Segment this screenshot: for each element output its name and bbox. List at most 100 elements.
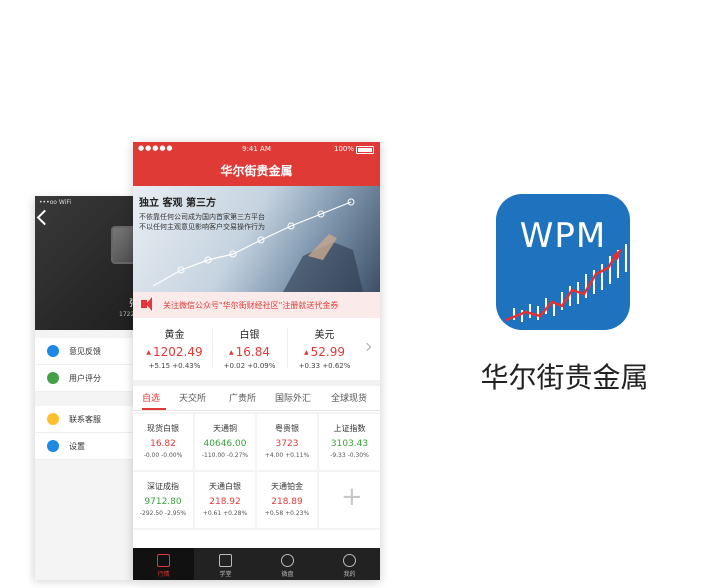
quote-silver[interactable]: 白银 16.84 +0.02 +0.09% [212, 326, 287, 370]
cell-change: -0.00 -0.00% [143, 452, 183, 459]
quote-change: +0.02 +0.09% [223, 362, 276, 370]
cell-change: +0.61 +0.28% [202, 510, 248, 517]
cell-name: 上证指数 [333, 424, 366, 433]
battery-percent: 100% [333, 145, 354, 153]
menu-group-1: 意见反馈 用户评分 [35, 338, 135, 392]
cell-price: 9712.80 [144, 497, 182, 507]
chat-icon [47, 345, 59, 357]
quote-usd[interactable]: 美元 52.99 +0.33 +0.62% [287, 326, 362, 370]
app-icon-text: WPM [519, 216, 607, 256]
grid-cell[interactable]: 天通铂金 218.89 +0.58 +0.23% [257, 472, 317, 528]
cell-name: 天通铂金 [271, 482, 303, 491]
grid-cell[interactable]: 天通白银 218.92 +0.61 +0.28% [195, 472, 255, 528]
grid-cell[interactable]: 粤贵银 3723 +4.00 +0.11% [257, 414, 317, 470]
banner-line-1: 不依靠任何公司成为国内首家第三方平台 [139, 213, 265, 221]
cell-price: 16.82 [150, 439, 176, 449]
tab-bar-quotes[interactable]: 行情 [133, 548, 194, 580]
grid-cell[interactable]: 深证成指 9712.80 -292.50 -2.95% [133, 472, 193, 528]
bottom-tab-bar: 行情 学堂 微盘 我的 [133, 548, 380, 580]
menu-item-label: 用户评分 [69, 373, 101, 383]
tab-bar-label: 行情 [157, 571, 170, 578]
tab-bar-label: 我的 [343, 571, 356, 578]
tab-global-spot[interactable]: 全球现货 [331, 391, 367, 404]
cell-name: 深证成指 [147, 482, 179, 491]
avatar[interactable] [111, 226, 135, 264]
profile-header: •••oo WiFi 张 1722 [35, 196, 135, 330]
cell-change: -9.33 -0.30% [330, 452, 369, 459]
cell-name: 粤贵银 [275, 424, 299, 433]
menu-item-label: 设置 [69, 441, 85, 451]
cell-price: 3103.43 [330, 439, 369, 449]
front-phone-screen: ●●●●● 9:41 AM 100% 华尔街贵金属 独立 客观 第三方 不依靠任… [133, 142, 380, 580]
quote-change: +0.33 +0.62% [298, 362, 351, 370]
quote-price: 1202.49 [137, 345, 212, 359]
tab-bar-label: 微盘 [281, 571, 294, 578]
user-icon [343, 554, 356, 567]
active-tab-indicator [142, 408, 166, 410]
cell-name: 现货白银 [147, 424, 179, 433]
back-status-bar: •••oo WiFi [39, 199, 72, 206]
stock-chart-icon [505, 244, 627, 322]
book-icon [219, 554, 232, 567]
tab-bar-school[interactable]: 学堂 [195, 548, 256, 580]
service-icon [47, 413, 59, 425]
menu-item-label: 意见反馈 [69, 346, 101, 356]
promo-banner[interactable]: 独立 客观 第三方 不依靠任何公司成为国内首家第三方平台 不以任何主观意见影响客… [133, 186, 380, 292]
quote-change: +5.15 +0.43% [148, 362, 201, 370]
tab-bar-me[interactable]: 我的 [319, 548, 380, 580]
add-watchlist-button[interactable]: + [319, 472, 380, 528]
exchange-icon [281, 554, 294, 567]
tab-guangdong[interactable]: 广贵所 [229, 391, 256, 404]
market-tabs: 自选 天交所 广贵所 国际外汇 全球现货 [133, 386, 380, 411]
chart-icon [157, 554, 170, 567]
menu-item-service[interactable]: 联系客服 [35, 406, 135, 433]
banner-line-2: 不以任何主观意见影响客户交易操作行为 [139, 223, 265, 231]
notice-bar[interactable]: 关注微信公众号"华尔街财经社区"注册就送代金券 [133, 292, 380, 318]
cell-price: 218.92 [209, 497, 241, 507]
banner-headline: 独立 客观 第三方 [139, 198, 216, 209]
cell-price: 40646.00 [203, 439, 247, 449]
back-phone-screen: •••oo WiFi 张 1722 意见反馈 用户评分 联系客服 设置 [35, 196, 135, 580]
grid-cell[interactable]: 现货白银 16.82 -0.00 -0.00% [133, 414, 193, 470]
battery-icon [356, 146, 374, 154]
tab-bar-label: 学堂 [219, 571, 232, 578]
cell-change: +0.58 +0.23% [264, 510, 310, 517]
menu-item-label: 联系客服 [69, 414, 101, 424]
menu-item-rating[interactable]: 用户评分 [35, 365, 135, 392]
watchlist-grid: 现货白银 16.82 -0.00 -0.00% 天通铜 40646.00 -11… [133, 412, 380, 530]
app-name: 华尔街贵金属 [480, 361, 649, 394]
gear-icon [47, 440, 59, 452]
grid-cell[interactable]: 上证指数 3103.43 -9.33 -0.30% [319, 414, 380, 470]
plus-icon: + [341, 482, 363, 512]
cell-change: -292.50 -2.95% [139, 510, 187, 517]
notice-text: 关注微信公众号"华尔街财经社区"注册就送代金券 [163, 301, 339, 310]
tab-watchlist[interactable]: 自选 [142, 391, 160, 404]
quote-price: 16.84 [212, 345, 287, 359]
chevron-right-icon[interactable] [362, 342, 372, 352]
menu-item-feedback[interactable]: 意见反馈 [35, 338, 135, 365]
app-icon: WPM [496, 194, 630, 330]
grid-cell[interactable]: 天通铜 40646.00 -110.00 -0.27% [195, 414, 255, 470]
cell-price: 218.89 [271, 497, 303, 507]
tab-forex[interactable]: 国际外汇 [275, 391, 311, 404]
back-arrow-icon[interactable] [36, 209, 53, 226]
quote-gold[interactable]: 黄金 1202.49 +5.15 +0.43% [137, 326, 212, 370]
quote-price: 52.99 [287, 345, 362, 359]
profile-phone: 1722 [119, 311, 135, 318]
tab-tianjin[interactable]: 天交所 [179, 391, 206, 404]
quote-strip: 黄金 1202.49 +5.15 +0.43% 白银 16.84 +0.02 +… [133, 318, 380, 386]
status-bar: ●●●●● 9:41 AM 100% [133, 142, 380, 156]
cell-name: 天通白银 [209, 482, 241, 491]
cell-change: -110.00 -0.27% [201, 452, 249, 459]
quote-name: 黄金 [164, 330, 185, 341]
tab-bar-trade[interactable]: 微盘 [257, 548, 318, 580]
rating-icon [47, 372, 59, 384]
cell-name: 天通铜 [213, 424, 237, 433]
nav-title: 华尔街贵金属 [133, 156, 380, 186]
menu-item-settings[interactable]: 设置 [35, 433, 135, 460]
speaker-icon [141, 297, 152, 311]
cell-change: +4.00 +0.11% [264, 452, 310, 459]
quote-name: 白银 [239, 330, 260, 341]
cell-price: 3723 [275, 439, 299, 449]
quote-name: 美元 [314, 330, 335, 341]
